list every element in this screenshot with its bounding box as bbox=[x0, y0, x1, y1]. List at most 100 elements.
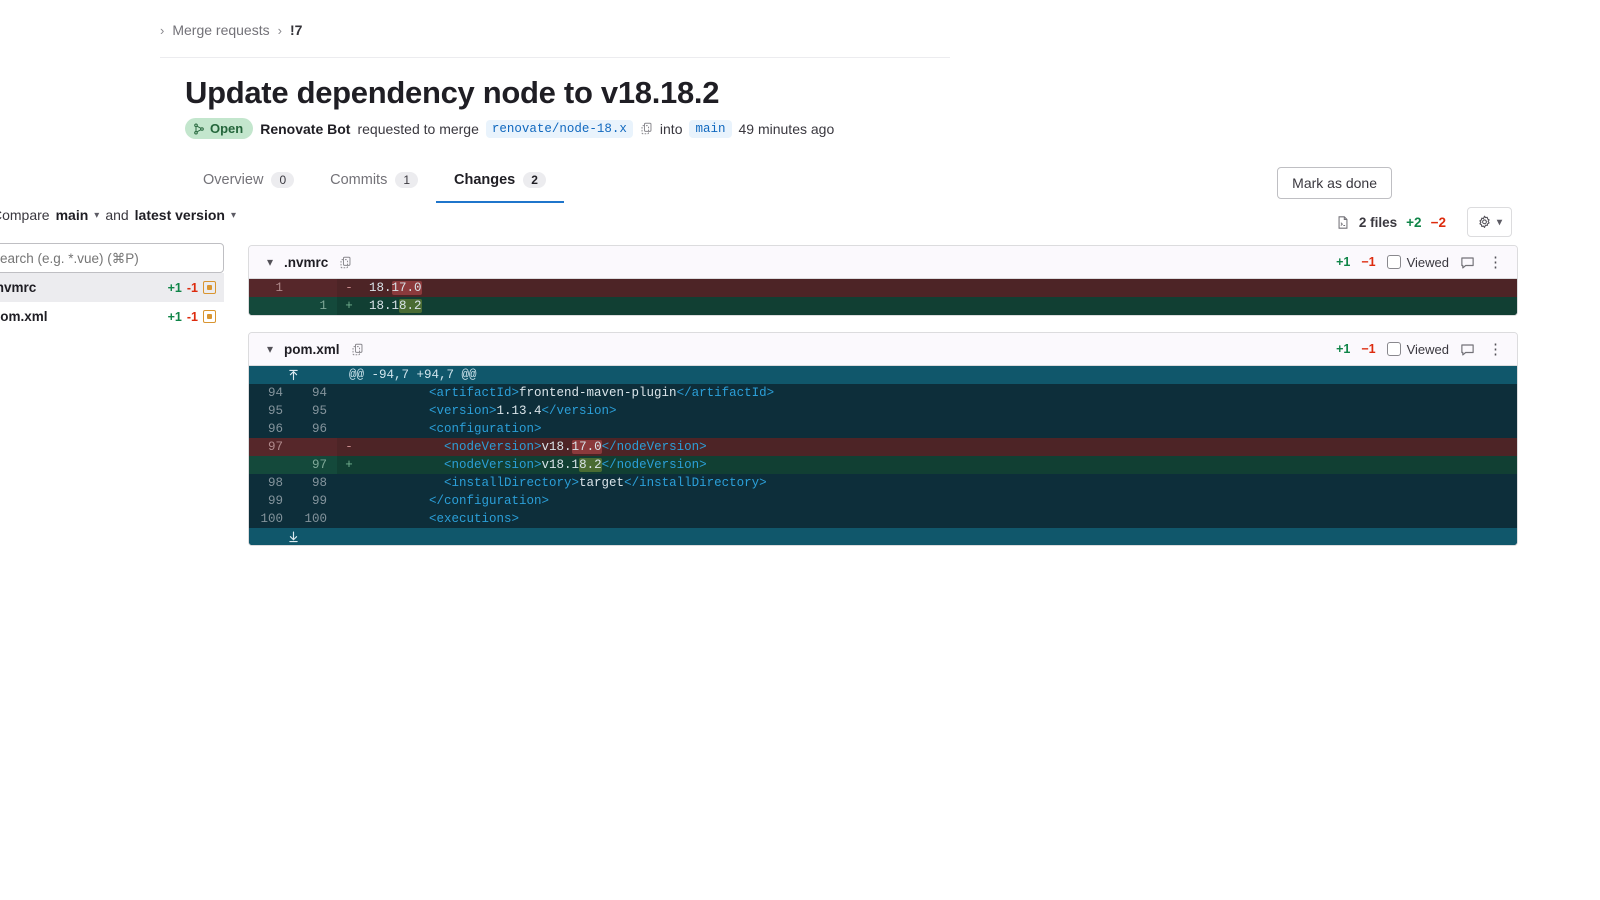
diff-line-removed: 1 - 18.17.0 bbox=[249, 279, 1517, 297]
diff-header-left: ▾ .nvmrc bbox=[267, 255, 352, 270]
code-highlight-2: 8.2 bbox=[399, 299, 422, 313]
sidebar-file-pom-xml[interactable]: pom.xml +1 -1 bbox=[0, 302, 224, 331]
diff-code-96: <configuration> bbox=[361, 420, 1517, 438]
old-line-number-99: 99 bbox=[267, 494, 283, 508]
code-indent-97d bbox=[369, 440, 444, 454]
mark-as-done-button[interactable]: Mark as done bbox=[1277, 167, 1392, 199]
expand-down-label bbox=[337, 528, 349, 545]
tab-changes[interactable]: Changes 2 bbox=[436, 166, 564, 203]
sidebar-file-nvmrc[interactable]: .nvmrc +1 -1 bbox=[0, 273, 224, 302]
expand-down-button[interactable] bbox=[249, 528, 337, 545]
breadcrumb-current-mr[interactable]: !7 bbox=[290, 22, 302, 38]
copy-file-path-icon-2[interactable] bbox=[351, 343, 364, 356]
diff-line-context-96: 96 96 <configuration> bbox=[249, 420, 1517, 438]
chevron-down-icon[interactable]: ▾ bbox=[94, 210, 99, 221]
code-close-tag-98: </installDirectory> bbox=[624, 476, 767, 490]
collapse-file-chevron-icon-2[interactable]: ▾ bbox=[267, 342, 273, 356]
file-options-kebab-icon[interactable]: ⋮ bbox=[1486, 253, 1505, 271]
into-text: into bbox=[659, 120, 683, 137]
tab-overview-label: Overview bbox=[203, 172, 264, 188]
total-additions: +2 bbox=[1406, 214, 1422, 230]
breadcrumb-merge-requests-link[interactable]: Merge requests bbox=[172, 22, 269, 38]
mr-meta-line: Open Renovate Bot requested to merge ren… bbox=[185, 118, 834, 139]
viewed-checkbox[interactable] bbox=[1386, 255, 1401, 269]
code-open-tag-97d: <nodeVersion> bbox=[444, 440, 542, 454]
code-highlight-97d: 17.0 bbox=[571, 440, 602, 454]
status-badge-label: Open bbox=[210, 121, 244, 136]
code-close-tag-97a: </nodeVersion> bbox=[601, 458, 707, 472]
viewed-toggle-2[interactable]: Viewed bbox=[1386, 342, 1449, 357]
diff-code-100: <executions> bbox=[361, 510, 1517, 528]
sidebar-file-additions-2: +1 bbox=[167, 309, 182, 324]
chevron-down-icon-2[interactable]: ▾ bbox=[231, 210, 236, 221]
code-text-97d: v18. bbox=[541, 440, 572, 454]
code-indent-97a bbox=[369, 458, 444, 472]
status-badge: Open bbox=[185, 118, 254, 139]
copy-file-path-icon[interactable] bbox=[339, 256, 352, 269]
compare-base-dropdown[interactable]: main bbox=[56, 207, 89, 223]
diff-list: ▾ .nvmrc +1 −1 Viewed ⋮ 1 - 18.17.0 1 + … bbox=[248, 245, 1518, 562]
breadcrumb: › Merge requests › !7 bbox=[160, 22, 302, 38]
viewed-toggle[interactable]: Viewed bbox=[1386, 255, 1449, 270]
code-open-tag-96: <configuration> bbox=[429, 422, 542, 436]
code-indent-95 bbox=[369, 404, 429, 418]
code-open-tag-99: </configuration> bbox=[429, 494, 550, 508]
old-line-number-100: 100 bbox=[260, 512, 283, 526]
copy-branch-icon[interactable] bbox=[640, 122, 653, 135]
diff-code-2: 18.18.2 bbox=[361, 297, 1517, 315]
new-line-number bbox=[293, 279, 337, 297]
diff-file-name[interactable]: .nvmrc bbox=[284, 255, 328, 270]
hunk-range-label: @@ -94,7 +94,7 @@ bbox=[349, 368, 477, 382]
diff-file-name-2[interactable]: pom.xml bbox=[284, 342, 340, 357]
sidebar-file-stats: +1 -1 bbox=[168, 281, 216, 295]
comment-icon-2[interactable] bbox=[1460, 342, 1475, 357]
code-text-94: frontend-maven-plugin bbox=[519, 386, 677, 400]
tab-changes-count: 2 bbox=[523, 172, 546, 188]
mr-author[interactable]: Renovate Bot bbox=[260, 121, 350, 137]
merge-request-icon bbox=[194, 122, 204, 135]
new-line-number-97a: 97 bbox=[293, 456, 337, 474]
comment-icon[interactable] bbox=[1460, 255, 1475, 270]
file-search-wrap bbox=[0, 243, 224, 273]
code-indent-98 bbox=[369, 476, 444, 490]
code-open-tag-95: <version> bbox=[429, 404, 497, 418]
diff-line-context: 94 94 <artifactId>frontend-maven-plugin<… bbox=[249, 384, 1517, 402]
compare-toolbar: Compare main ▾ and latest version ▾ 2 fi… bbox=[0, 207, 1600, 241]
diff-code-94: <artifactId>frontend-maven-plugin</artif… bbox=[361, 384, 1517, 402]
tab-commits[interactable]: Commits 1 bbox=[312, 166, 436, 203]
diff-sign-95 bbox=[337, 402, 361, 420]
diff-code-95: <version>1.13.4</version> bbox=[361, 402, 1517, 420]
code-close-tag-97d: </nodeVersion> bbox=[601, 440, 707, 454]
new-line-number-95: 95 bbox=[311, 404, 327, 418]
diff-sign-97-del: - bbox=[345, 440, 353, 454]
compare-prefix-label: Compare bbox=[0, 207, 50, 223]
new-line-number-97-empty bbox=[293, 438, 337, 456]
compare-head-dropdown[interactable]: latest version bbox=[135, 207, 225, 223]
mr-timestamp: 49 minutes ago bbox=[738, 120, 835, 137]
diff-line-added: 1 + 18.18.2 bbox=[249, 297, 1517, 315]
file-modified-icon-2 bbox=[203, 310, 216, 323]
diff-header-right: +1 −1 Viewed ⋮ bbox=[1336, 253, 1505, 271]
diff-sign-97-add: + bbox=[345, 458, 353, 472]
tab-overview[interactable]: Overview 0 bbox=[185, 166, 312, 203]
diff-stats-group: 2 files +2 −2 ▾ bbox=[1336, 207, 1512, 237]
file-options-kebab-icon-2[interactable]: ⋮ bbox=[1486, 340, 1505, 358]
code-open-tag-98: <installDirectory> bbox=[444, 476, 580, 490]
viewed-checkbox-2[interactable] bbox=[1386, 342, 1401, 356]
tab-overview-count: 0 bbox=[271, 172, 295, 188]
tab-commits-label: Commits bbox=[330, 172, 388, 188]
code-indent-99 bbox=[369, 494, 429, 508]
source-branch-chip[interactable]: renovate/node-18.x bbox=[485, 119, 633, 138]
code-close-tag-95: </version> bbox=[541, 404, 617, 418]
diff-file-nvmrc: ▾ .nvmrc +1 −1 Viewed ⋮ 1 - 18.17.0 1 + … bbox=[248, 245, 1518, 316]
code-prefix: 18. bbox=[369, 281, 392, 295]
diff-line-added-97: 97 + <nodeVersion>v18.18.2</nodeVersion> bbox=[249, 456, 1517, 474]
target-branch-chip[interactable]: main bbox=[689, 119, 732, 138]
diff-settings-button[interactable]: ▾ bbox=[1466, 207, 1512, 237]
file-search-input[interactable] bbox=[0, 243, 224, 273]
expand-up-button[interactable] bbox=[249, 366, 337, 384]
new-line-number-99: 99 bbox=[311, 494, 327, 508]
code-text-97a: v18.1 bbox=[541, 458, 580, 472]
diff-sign-99 bbox=[337, 492, 361, 510]
collapse-file-chevron-icon[interactable]: ▾ bbox=[267, 255, 273, 269]
